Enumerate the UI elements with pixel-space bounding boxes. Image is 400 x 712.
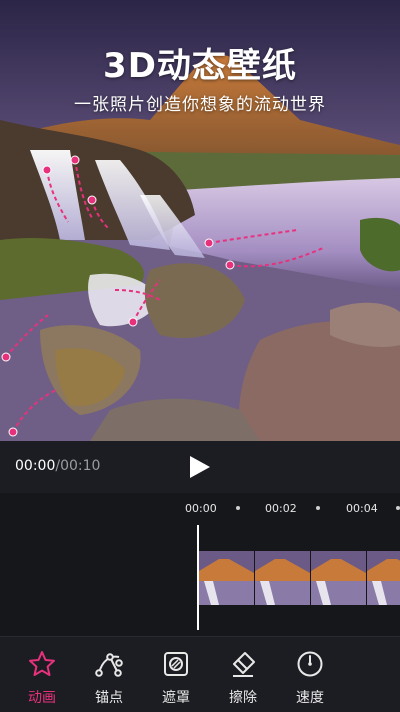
tick-dot — [396, 506, 400, 510]
tool-erase[interactable]: 擦除 — [210, 649, 276, 707]
tool-speed[interactable]: 速度 — [277, 649, 343, 707]
tick-label: 00:04 — [346, 502, 378, 515]
tick-dot — [236, 506, 240, 510]
timeline[interactable]: 00:00 00:02 00:04 — [0, 493, 400, 636]
tick-label: 00:02 — [265, 502, 297, 515]
tool-label: 遮罩 — [162, 690, 190, 706]
tool-label: 动画 — [28, 690, 56, 706]
tool-label: 速度 — [296, 690, 324, 706]
tool-anchor[interactable]: 锚点 — [76, 649, 142, 707]
tick-label: 00:00 — [185, 502, 217, 515]
clip-thumbnails[interactable] — [199, 551, 400, 605]
tool-mask[interactable]: 遮罩 — [143, 649, 209, 707]
playhead[interactable] — [197, 525, 199, 630]
hero-title: 3D动态壁纸 — [103, 46, 297, 86]
mask-icon — [164, 652, 188, 676]
current-time: 00:00 — [15, 458, 56, 474]
playback-bar: 00:00/00:10 — [0, 441, 400, 493]
tool-animation[interactable]: 动画 — [9, 649, 75, 707]
star-icon — [29, 651, 55, 676]
bottom-toolbar: 动画 锚点 遮罩 擦除 速度 — [0, 636, 400, 712]
clip-thumbnail — [255, 551, 310, 605]
hero-subtitle: 一张照片创造你想象的流动世界 — [74, 95, 326, 115]
clip-thumbnail — [311, 551, 366, 605]
tick-dot — [316, 506, 320, 510]
tool-label: 锚点 — [95, 690, 123, 706]
eraser-icon — [233, 652, 255, 677]
time-display: 00:00/00:10 — [15, 458, 100, 474]
anchor-path-icon — [95, 653, 123, 677]
preview-canvas[interactable]: 3D动态壁纸 一张照片创造你想象的流动世界 — [0, 0, 400, 441]
speed-gauge-icon — [297, 651, 323, 677]
tool-label: 擦除 — [229, 690, 257, 706]
total-time: /00:10 — [55, 458, 101, 474]
time-ruler: 00:00 00:02 00:04 — [0, 493, 400, 523]
play-icon[interactable] — [186, 454, 212, 480]
clip-thumbnail — [367, 551, 400, 605]
clip-thumbnail — [199, 551, 254, 605]
